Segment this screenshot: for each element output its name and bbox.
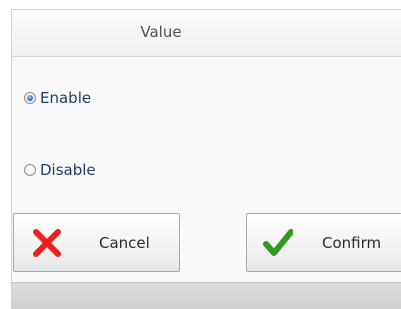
dialog-header: Value	[12, 10, 401, 57]
cancel-button[interactable]: Cancel	[13, 213, 180, 272]
value-dialog: Value Enable Disable Cancel Confirm	[11, 9, 401, 309]
x-icon	[33, 229, 61, 257]
enable-radio[interactable]	[24, 92, 36, 104]
enable-label: Enable	[40, 89, 92, 107]
disable-label: Disable	[40, 161, 96, 179]
confirm-button[interactable]: Confirm	[246, 213, 401, 272]
confirm-label: Confirm	[322, 234, 382, 252]
cancel-label: Cancel	[99, 234, 150, 252]
dialog-footer	[12, 282, 401, 309]
screen: Value Enable Disable Cancel Confirm	[0, 0, 401, 309]
disable-option[interactable]: Disable	[24, 160, 96, 180]
dialog-title: Value	[140, 23, 182, 41]
enable-option[interactable]: Enable	[24, 88, 91, 108]
disable-radio[interactable]	[24, 164, 36, 176]
checkmark-icon	[263, 229, 293, 256]
